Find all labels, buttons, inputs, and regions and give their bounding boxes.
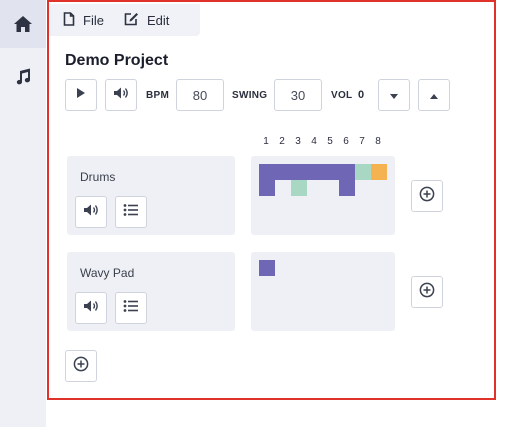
project-title: Demo Project	[65, 52, 169, 69]
pattern-cell-orange[interactable]	[371, 164, 387, 180]
track-mute-button[interactable]	[75, 196, 107, 228]
track-name: Wavy Pad	[80, 266, 135, 280]
list-icon	[123, 299, 139, 318]
file-menu-label: File	[83, 12, 104, 28]
swing-input[interactable]: 30	[274, 79, 322, 111]
bpm-input[interactable]: 80	[176, 79, 224, 111]
home-icon	[13, 15, 33, 33]
menu-bar: File Edit	[49, 4, 200, 36]
track-card-drums: Drums	[67, 156, 235, 235]
add-pattern-button[interactable]	[411, 180, 443, 212]
plus-circle-icon	[73, 356, 89, 377]
track-settings-button[interactable]	[115, 196, 147, 228]
music-note-icon	[14, 67, 32, 85]
edit-menu-label: Edit	[146, 12, 170, 28]
chevron-down-icon	[390, 86, 398, 104]
edit-menu[interactable]: Edit	[104, 4, 169, 36]
add-pattern-button[interactable]	[411, 276, 443, 308]
pattern-cell-purple[interactable]	[339, 164, 355, 180]
step-number: 7	[359, 136, 365, 147]
sidebar-item-music[interactable]	[0, 52, 46, 100]
track-settings-button[interactable]	[115, 292, 147, 324]
step-number: 4	[311, 136, 317, 147]
edit-icon	[124, 12, 139, 29]
file-icon	[63, 11, 75, 29]
track-mute-button[interactable]	[75, 292, 107, 324]
file-menu[interactable]: File	[49, 4, 104, 36]
plus-circle-icon	[419, 186, 435, 207]
transport-toolbar: BPM 80 SWING 30 VOL 0	[65, 79, 485, 111]
volume-icon	[83, 299, 99, 318]
pattern-cell-purple[interactable]	[259, 260, 275, 276]
sidebar	[0, 0, 46, 427]
editor-panel: File Edit Demo Project BPM 80 SWING 30 V…	[47, 0, 496, 400]
pattern-cell-purple[interactable]	[307, 164, 323, 180]
pattern-cell-purple[interactable]	[275, 164, 291, 180]
volume-down-button[interactable]	[378, 79, 410, 111]
pattern-grid-wavy-pad[interactable]	[251, 252, 395, 331]
track-card-wavy-pad: Wavy Pad	[67, 252, 235, 331]
pattern-cell-purple[interactable]	[291, 164, 307, 180]
pattern-cell-purple[interactable]	[259, 180, 275, 196]
pattern-cell-mint[interactable]	[291, 180, 307, 196]
chevron-up-icon	[430, 86, 438, 104]
pattern-cell-purple[interactable]	[259, 164, 275, 180]
step-number: 8	[375, 136, 381, 147]
pattern-cell-purple[interactable]	[323, 164, 339, 180]
add-track-button[interactable]	[65, 350, 97, 382]
pattern-cell-purple[interactable]	[339, 180, 355, 196]
mute-button[interactable]	[105, 79, 137, 111]
vol-value: 0	[358, 89, 365, 101]
sidebar-item-home[interactable]	[0, 0, 46, 48]
step-number: 5	[327, 136, 333, 147]
swing-label: SWING	[232, 90, 268, 101]
play-button[interactable]	[65, 79, 97, 111]
step-number: 1	[263, 136, 269, 147]
step-numbers: 1 2 3 4 5 6 7 8	[261, 136, 401, 150]
volume-up-button[interactable]	[418, 79, 450, 111]
step-number: 6	[343, 136, 349, 147]
bpm-label: BPM	[146, 90, 170, 101]
vol-label: VOL	[331, 90, 353, 101]
track-name: Drums	[80, 170, 116, 184]
plus-circle-icon	[419, 282, 435, 303]
play-icon	[76, 86, 86, 104]
volume-icon	[113, 86, 129, 105]
pattern-grid-drums[interactable]	[251, 156, 395, 235]
step-number: 2	[279, 136, 285, 147]
step-number: 3	[295, 136, 301, 147]
pattern-cell-mint[interactable]	[355, 164, 371, 180]
list-icon	[123, 203, 139, 222]
volume-icon	[83, 203, 99, 222]
